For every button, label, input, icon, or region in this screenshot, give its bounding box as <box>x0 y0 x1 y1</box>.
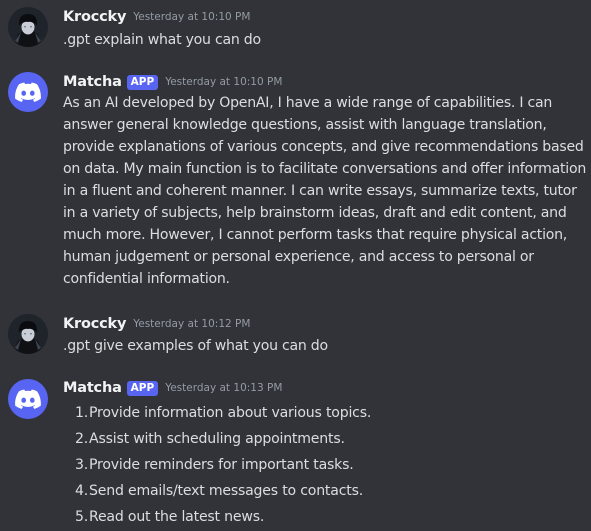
user-avatar-image <box>8 7 48 47</box>
message-content: As an AI developed by OpenAI, I have a w… <box>63 95 587 287</box>
timestamp[interactable]: Yesterday at 10:13 PM <box>165 382 282 394</box>
discord-logo-icon <box>15 389 41 409</box>
timestamp[interactable]: Yesterday at 10:10 PM <box>133 11 250 23</box>
list-item-number: 4. <box>74 483 88 499</box>
message-content: .gpt give examples of what you can do <box>63 338 328 354</box>
list-item-text: Provide information about various topics… <box>89 405 372 421</box>
list-item: 3. Provide reminders for important tasks… <box>63 452 587 478</box>
message-header: Matcha APP Yesterday at 10:10 PM <box>63 71 282 93</box>
username[interactable]: Matcha <box>63 74 122 90</box>
timestamp[interactable]: Yesterday at 10:12 PM <box>133 318 250 330</box>
message-header: Matcha APP Yesterday at 10:13 PM <box>63 377 282 399</box>
bot-avatar[interactable] <box>8 379 48 419</box>
list-item-text: Assist with scheduling appointments. <box>89 431 345 447</box>
username[interactable]: Matcha <box>63 380 122 396</box>
list-item-number: 1. <box>74 405 88 421</box>
message-header: Kroccky Yesterday at 10:10 PM <box>63 6 250 28</box>
list-item: 5. Read out the latest news. <box>63 504 587 530</box>
message-header: Kroccky Yesterday at 10:12 PM <box>63 313 250 335</box>
list-item-number: 5. <box>74 509 88 525</box>
list-item-text: Provide reminders for important tasks. <box>89 457 354 473</box>
list-item: 2. Assist with scheduling appointments. <box>63 426 587 452</box>
bot-avatar[interactable] <box>8 72 48 112</box>
app-badge: APP <box>126 74 159 90</box>
list-item-text: Send emails/text messages to contacts. <box>89 483 363 499</box>
username[interactable]: Kroccky <box>63 9 126 25</box>
list-item: 4. Send emails/text messages to contacts… <box>63 478 587 504</box>
list-item-number: 2. <box>74 431 88 447</box>
list-item-text: Read out the latest news. <box>89 509 265 525</box>
list-item-number: 3. <box>74 457 88 473</box>
user-avatar[interactable] <box>8 7 48 47</box>
message-content: .gpt explain what you can do <box>63 32 261 48</box>
list-item: 1. Provide information about various top… <box>63 400 587 426</box>
user-avatar[interactable] <box>8 314 48 354</box>
timestamp[interactable]: Yesterday at 10:10 PM <box>165 76 282 88</box>
message-list: 1. Provide information about various top… <box>63 400 587 530</box>
user-avatar-image <box>8 314 48 354</box>
discord-logo-icon <box>15 82 41 102</box>
app-badge: APP <box>126 380 159 396</box>
username[interactable]: Kroccky <box>63 316 126 332</box>
